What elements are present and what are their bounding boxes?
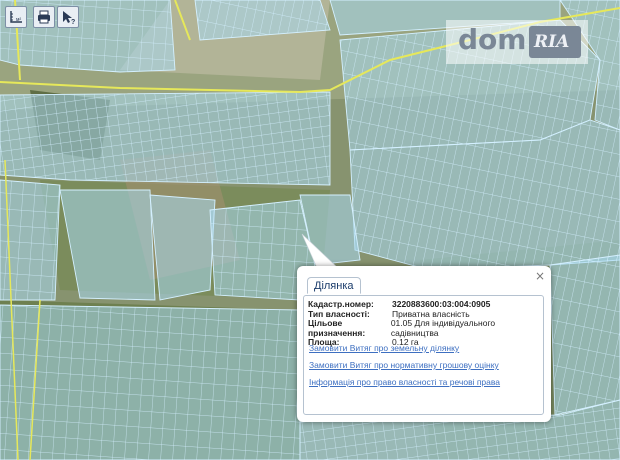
close-icon[interactable]: × [535, 269, 545, 283]
tab-parcel[interactable]: Ділянка [307, 277, 361, 294]
domria-watermark: dom RIA [446, 20, 588, 64]
field-label: Цільове призначення: [308, 318, 366, 338]
ownership-info-link[interactable]: Інформація про право власності та речові… [309, 377, 500, 387]
field-purpose: Цільове призначення: 01.05 Для індивідуа… [308, 318, 543, 338]
parcel-fields: Кадастр.номер: 3220883600:03:004:0905 Ти… [308, 299, 543, 348]
info-query-label: ? [71, 19, 75, 25]
printer-icon [38, 10, 50, 24]
watermark-dom-text: dom [458, 23, 527, 56]
order-parcel-extract-link[interactable]: Замовити Витяг про земельну ділянку [309, 343, 459, 353]
watermark-ria-badge: RIA [529, 26, 581, 58]
parcel-info-popup: × Ділянка Кадастр.номер: 3220883600:03:0… [297, 266, 551, 422]
measure-tool-button[interactable]: м² [5, 6, 27, 28]
ruler-measure-icon: м² [10, 11, 22, 23]
order-valuation-extract-link[interactable]: Замовити Витяг про нормативну грошову оц… [309, 360, 499, 370]
print-button[interactable] [33, 6, 55, 28]
pointer-query-icon: ? [63, 11, 75, 25]
info-query-button[interactable]: ? [57, 6, 79, 28]
parcel-info-panel: Кадастр.номер: 3220883600:03:004:0905 Ти… [303, 295, 544, 415]
watermark-ria-text: RIA [534, 32, 570, 52]
measure-tool-label: м² [16, 17, 21, 23]
field-value: 01.05 Для індивідуального садівництва [390, 318, 496, 338]
